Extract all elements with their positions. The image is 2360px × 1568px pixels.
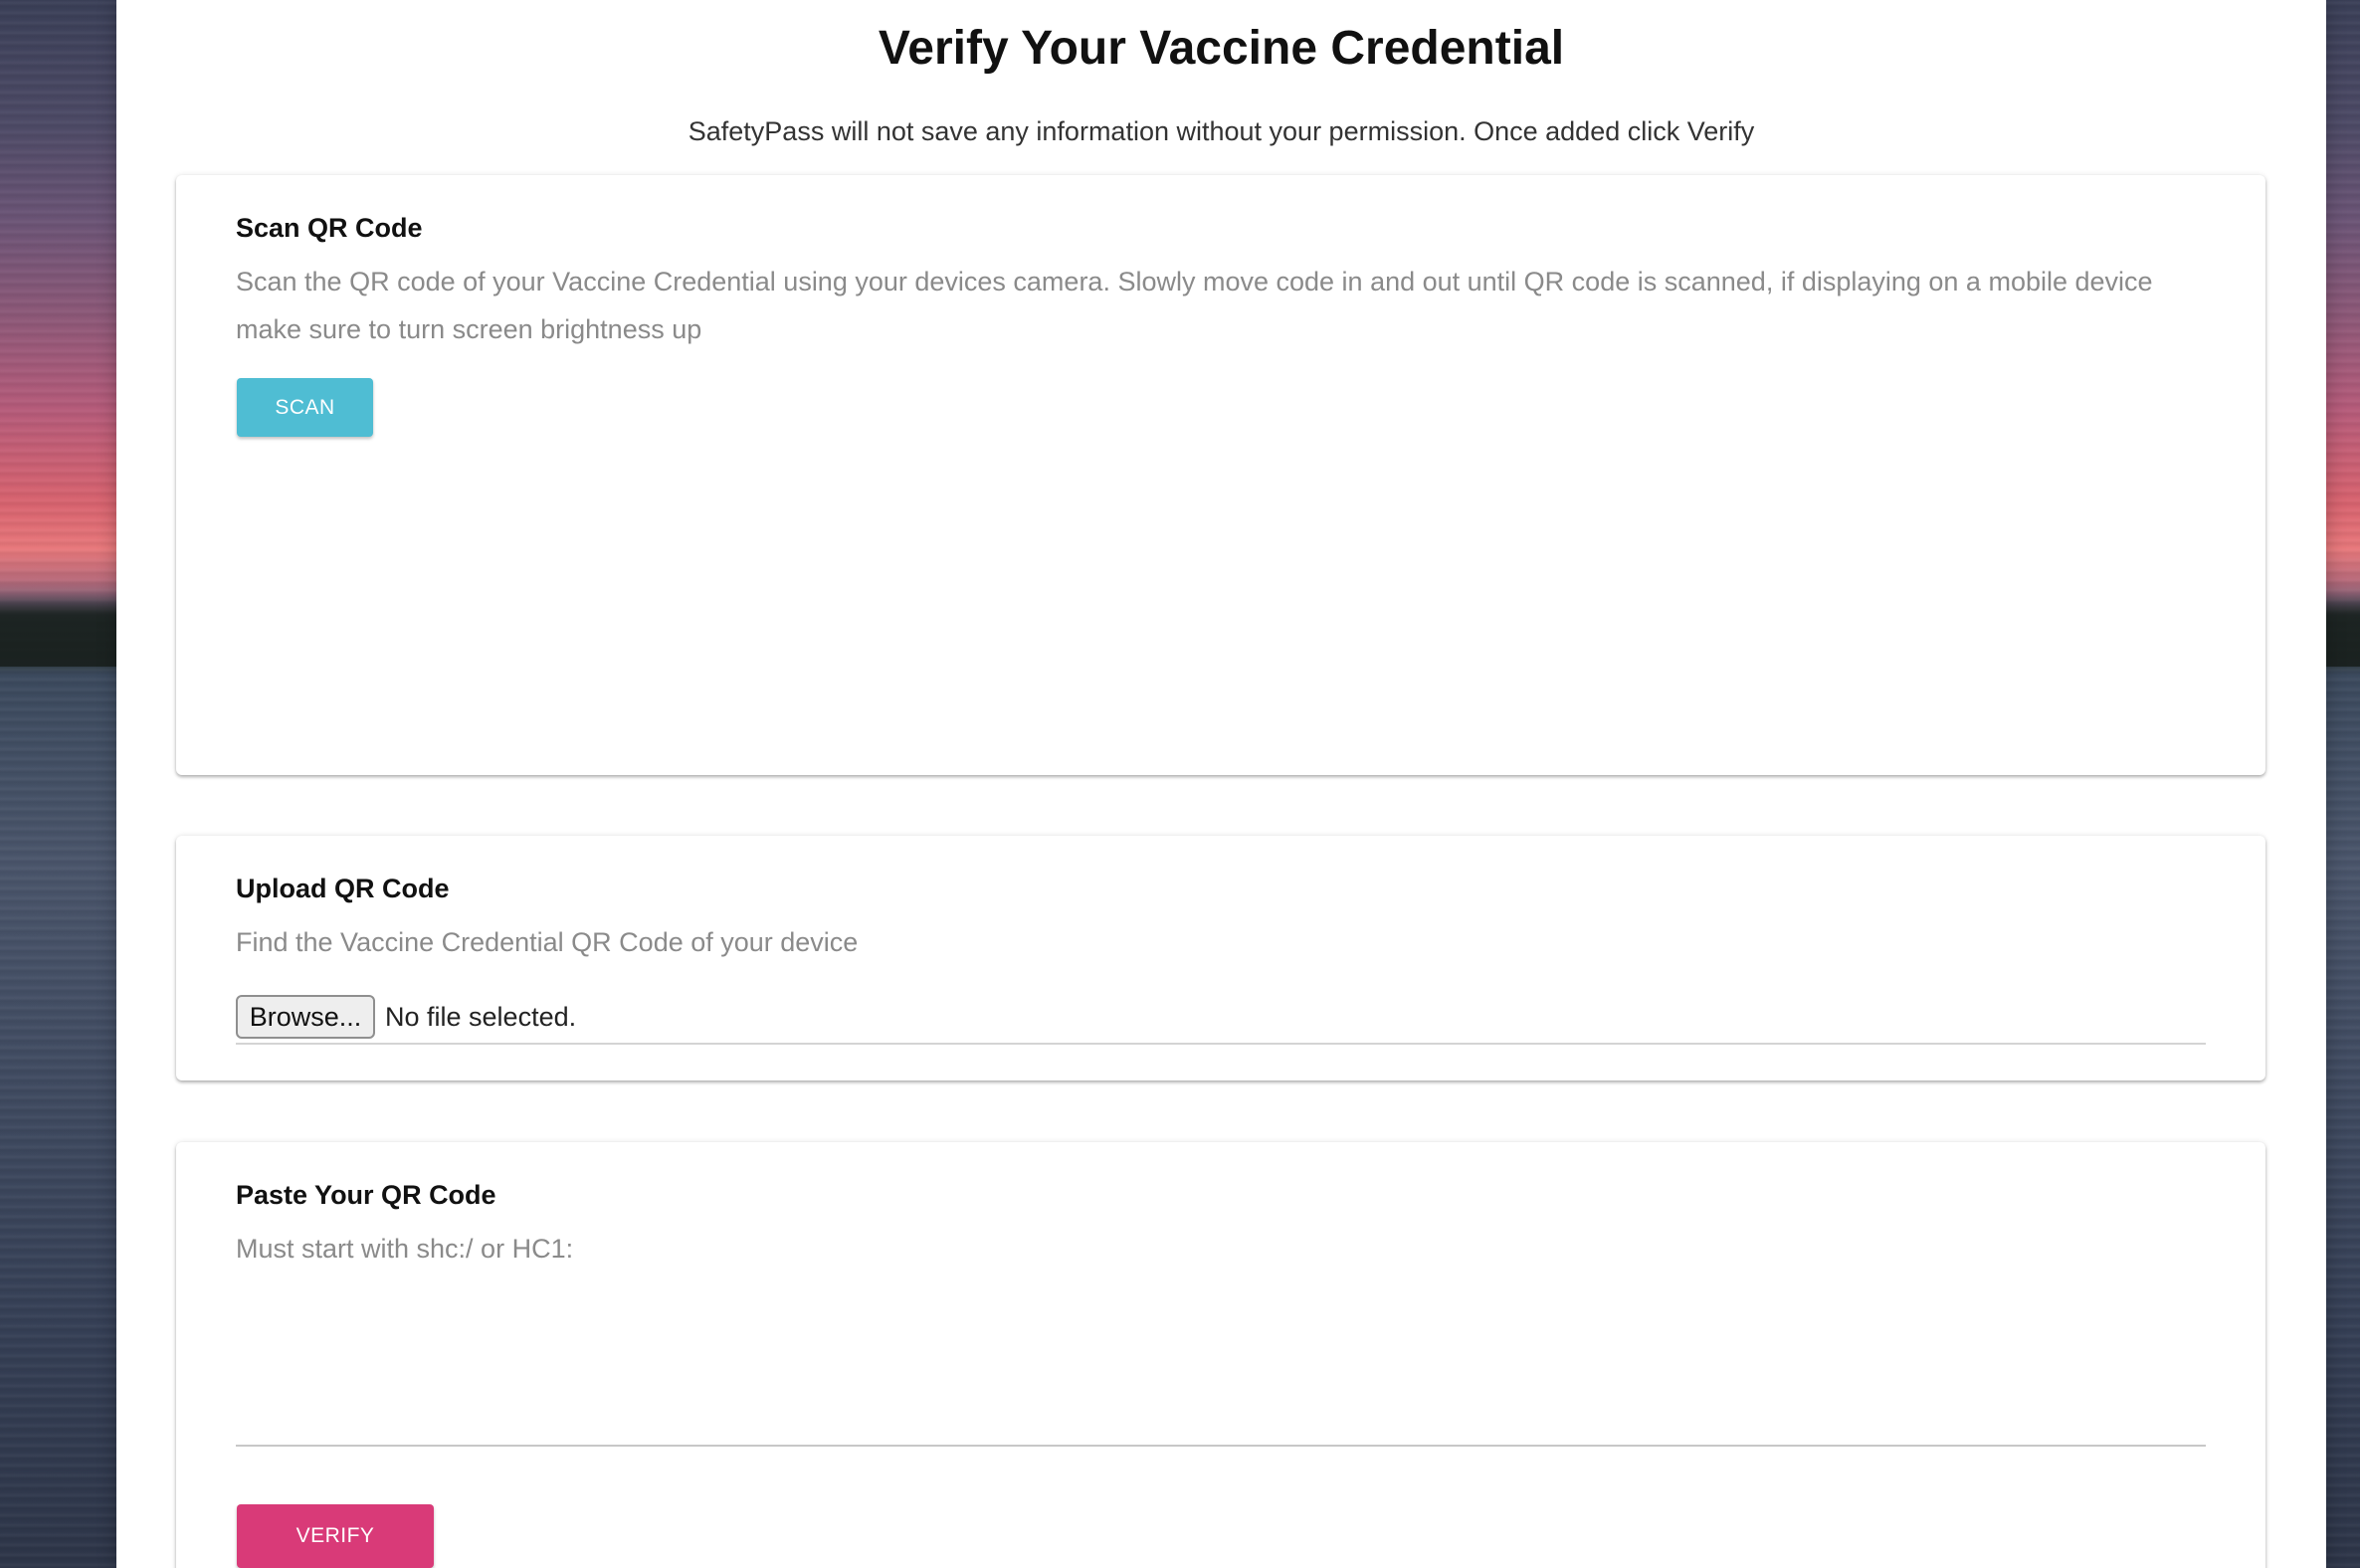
browse-button[interactable]: Browse...: [236, 995, 375, 1039]
background-treeline-right: [2326, 593, 2360, 667]
upload-qr-description: Find the Vaccine Credential QR Code of y…: [236, 927, 859, 957]
background-treeline-left: [0, 593, 116, 667]
upload-qr-title: Upload QR Code: [236, 874, 450, 903]
qr-code-textarea[interactable]: [236, 1272, 2206, 1447]
page-title: Verify Your Vaccine Credential: [878, 22, 1565, 75]
file-input[interactable]: Browse... No file selected.: [236, 993, 2206, 1045]
file-status: No file selected.: [385, 1002, 577, 1032]
scan-button[interactable]: SCAN: [237, 378, 373, 437]
background-left: [0, 0, 116, 1568]
paste-qr-description: Must start with shc:/ or HC1:: [236, 1234, 574, 1264]
upload-qr-card: Upload QR Code Find the Vaccine Credenti…: [176, 836, 2265, 1080]
paste-qr-title: Paste Your QR Code: [236, 1180, 496, 1210]
scan-qr-card: Scan QR Code Scan the QR code of your Va…: [176, 175, 2265, 775]
scan-qr-title: Scan QR Code: [236, 213, 423, 243]
background-right: [2326, 0, 2360, 1568]
verify-button[interactable]: VERIFY: [237, 1504, 434, 1568]
scan-qr-description: Scan the QR code of your Vaccine Credent…: [236, 267, 2153, 344]
main-panel: Verify Your Vaccine Credential SafetyPas…: [116, 0, 2326, 1568]
paste-qr-card: Paste Your QR Code Must start with shc:/…: [176, 1142, 2265, 1568]
page-subtitle: SafetyPass will not save any information…: [688, 116, 1755, 146]
